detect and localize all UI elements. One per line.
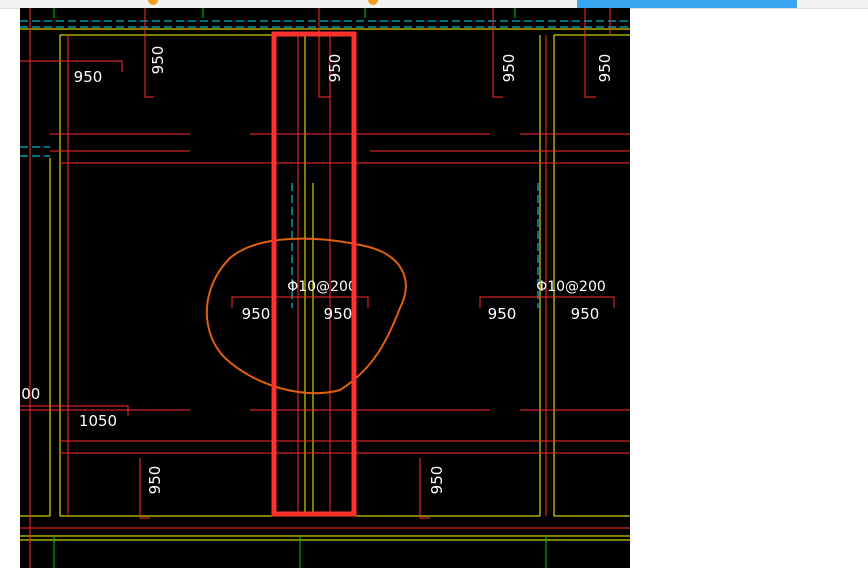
tab-status-icon <box>368 0 378 5</box>
top-dashed-lines <box>20 20 630 308</box>
dim-text-top-vert-4: 950 <box>596 54 614 83</box>
cad-drawing-canvas[interactable]: 950 950 950 950 950 950 950 950 950 100 … <box>12 8 630 568</box>
dim-text-center-left: 950 <box>242 305 271 323</box>
dim-text-top-vert-1: 950 <box>149 46 167 75</box>
dim-text-bottom-vert-2: 950 <box>428 466 446 495</box>
annotation-circle <box>205 237 407 395</box>
highlight-box[interactable] <box>271 31 357 517</box>
cad-drawing: 950 950 950 950 950 950 950 950 950 100 … <box>12 8 630 568</box>
dim-text-center-right: 950 <box>324 305 353 323</box>
dim-text-top-left: 950 <box>74 68 103 86</box>
dim-text-top-vert-2: 950 <box>326 54 344 83</box>
active-tab-indicator[interactable] <box>577 0 797 8</box>
dim-text-right-right: 950 <box>571 305 600 323</box>
dim-text-right-left: 950 <box>488 305 517 323</box>
dim-text-left-partial: 100 <box>20 385 40 403</box>
dim-text-left-1050: 1050 <box>79 412 117 430</box>
dim-text-top-vert-3: 950 <box>500 54 518 83</box>
rebar-label-right: Φ10@200 <box>536 279 606 295</box>
rebar-label-center: Φ10@200 <box>287 279 357 295</box>
dim-text-bottom-vert-1: 950 <box>146 466 164 495</box>
tab-status-icon <box>148 0 158 5</box>
